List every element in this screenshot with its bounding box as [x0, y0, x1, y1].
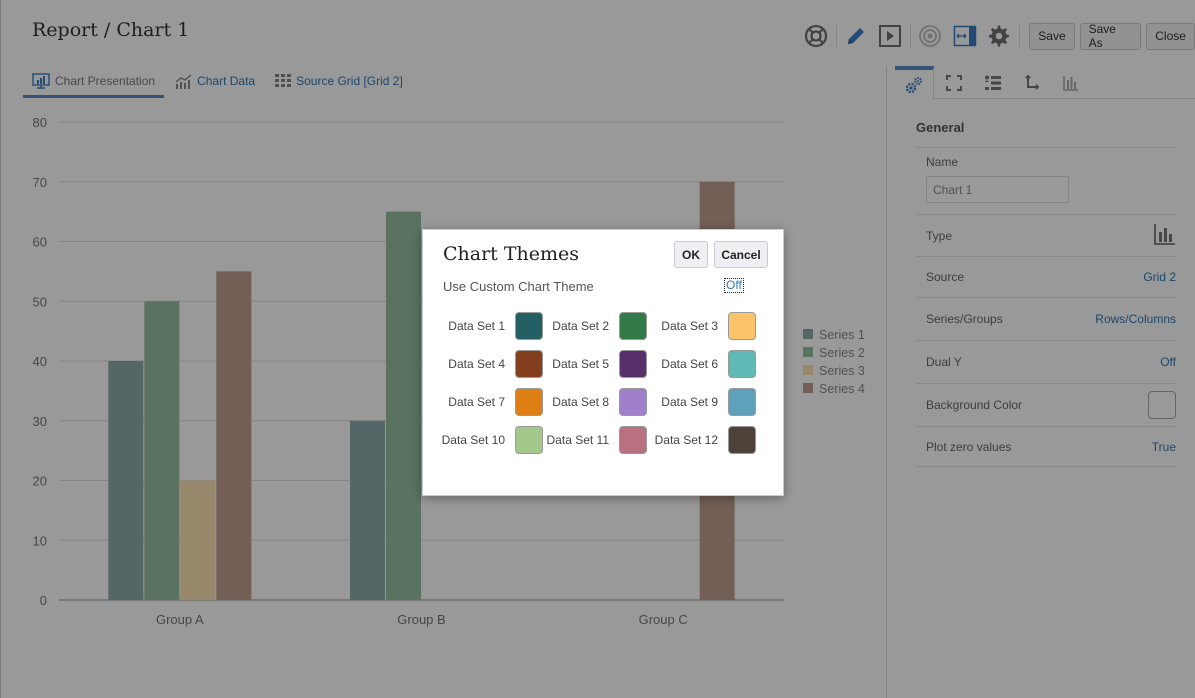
data-set-color-swatch[interactable] — [619, 388, 647, 416]
data-set-row: Data Set 1 Data Set 2 Data Set 3 — [439, 307, 769, 345]
data-set-color-swatch[interactable] — [619, 426, 647, 454]
data-set-color-swatch[interactable] — [515, 388, 543, 416]
data-set-color-swatch[interactable] — [515, 312, 543, 340]
data-set-item: Data Set 12 — [647, 426, 756, 454]
data-set-item: Data Set 10 — [439, 426, 543, 454]
data-set-item: Data Set 6 — [647, 350, 756, 378]
data-set-color-swatch[interactable] — [728, 426, 756, 454]
data-set-label: Data Set 5 — [552, 357, 609, 371]
data-set-label: Data Set 11 — [546, 433, 609, 447]
data-set-label: Data Set 2 — [552, 319, 609, 333]
data-set-color-swatch[interactable] — [728, 312, 756, 340]
data-set-item: Data Set 2 — [543, 312, 647, 340]
ok-button[interactable]: OK — [674, 241, 708, 268]
chart-themes-dialog: Chart Themes OK Cancel Use Custom Chart … — [422, 229, 784, 496]
data-set-color-swatch[interactable] — [619, 350, 647, 378]
dialog-title: Chart Themes — [443, 243, 580, 265]
data-set-row: Data Set 4 Data Set 5 Data Set 6 — [439, 345, 769, 383]
data-set-label: Data Set 7 — [448, 395, 505, 409]
data-set-color-grid: Data Set 1 Data Set 2 Data Set 3 Data Set 4… — [439, 307, 769, 459]
data-set-item: Data Set 11 — [543, 426, 647, 454]
data-set-label: Data Set 4 — [448, 357, 505, 371]
data-set-label: Data Set 3 — [661, 319, 718, 333]
data-set-color-swatch[interactable] — [515, 426, 543, 454]
custom-theme-toggle[interactable]: Off — [724, 278, 744, 293]
data-set-label: Data Set 12 — [654, 433, 718, 447]
data-set-row: Data Set 10 Data Set 11 Data Set 12 — [439, 421, 769, 459]
data-set-label: Data Set 6 — [661, 357, 718, 371]
data-set-row: Data Set 7 Data Set 8 Data Set 9 — [439, 383, 769, 421]
custom-theme-label: Use Custom Chart Theme — [443, 279, 594, 294]
cancel-button[interactable]: Cancel — [714, 241, 768, 268]
data-set-label: Data Set 9 — [661, 395, 718, 409]
data-set-color-swatch[interactable] — [619, 312, 647, 340]
data-set-item: Data Set 1 — [439, 312, 543, 340]
data-set-label: Data Set 8 — [552, 395, 609, 409]
data-set-label: Data Set 1 — [448, 319, 505, 333]
data-set-item: Data Set 7 — [439, 388, 543, 416]
data-set-item: Data Set 5 — [543, 350, 647, 378]
data-set-label: Data Set 10 — [441, 433, 505, 447]
data-set-item: Data Set 8 — [543, 388, 647, 416]
data-set-color-swatch[interactable] — [728, 350, 756, 378]
data-set-item: Data Set 9 — [647, 388, 756, 416]
data-set-item: Data Set 3 — [647, 312, 756, 340]
data-set-color-swatch[interactable] — [728, 388, 756, 416]
data-set-item: Data Set 4 — [439, 350, 543, 378]
data-set-color-swatch[interactable] — [515, 350, 543, 378]
